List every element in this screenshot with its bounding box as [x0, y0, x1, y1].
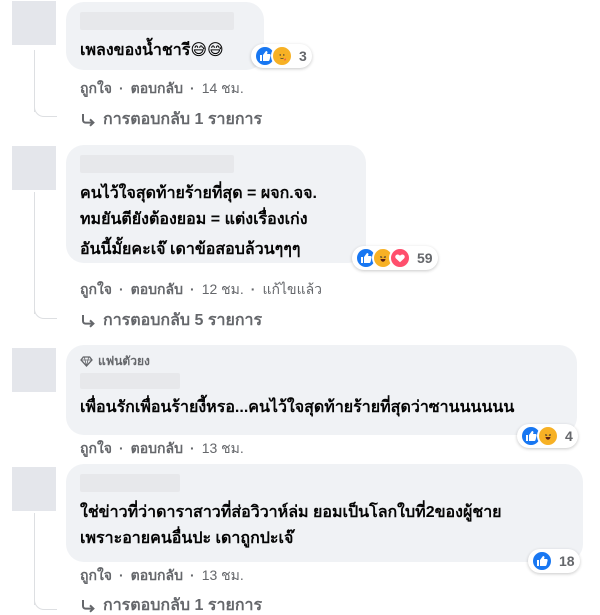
- timestamp[interactable]: 14 ชม.: [202, 79, 244, 97]
- view-replies-link[interactable]: การตอบกลับ 5 รายการ: [80, 311, 262, 331]
- reply-action[interactable]: ตอบกลับ: [131, 280, 183, 298]
- timestamp[interactable]: 13 ชม.: [202, 439, 244, 457]
- comment-text: เพลงของน้ำชารี😅😅: [80, 42, 224, 59]
- diamond-icon: [80, 355, 93, 367]
- avatar[interactable]: [12, 348, 56, 392]
- like-action[interactable]: ถูกใจ: [80, 79, 112, 97]
- reply-arrow-icon: [82, 315, 95, 328]
- reaction-summary[interactable]: 4: [517, 424, 578, 448]
- comment-bubble: ใช่ข่าวที่ว่าดาราสาวที่ส่อวิวาห์ล่ม ยอมเ…: [66, 464, 583, 562]
- timestamp[interactable]: 12 ชม.: [202, 280, 244, 298]
- separator-dot: ·: [250, 281, 256, 297]
- thread-connector-line: [34, 192, 35, 314]
- commenter-name[interactable]: [80, 155, 234, 173]
- fan-badge: แฟนตัวยง: [80, 353, 563, 369]
- commenter-name[interactable]: [80, 474, 180, 492]
- comment-bubble: คนไว้ใจสุดท้ายร้ายที่สุด = ผจก.จจ. ทมยัน…: [66, 145, 366, 263]
- fan-badge-label: แฟนตัวยง: [98, 354, 150, 368]
- haha-icon: [537, 425, 559, 447]
- reaction-count: 4: [565, 428, 573, 444]
- view-replies-link[interactable]: การตอบกลับ 1 รายการ: [80, 110, 262, 130]
- separator-dot: ·: [119, 80, 124, 96]
- commenter-name[interactable]: [80, 12, 234, 30]
- comment-text: เพื่อนรักเพื่อนร้ายงี้หรอ...คนไว้ใจสุดท้…: [80, 399, 515, 416]
- reaction-count: 18: [559, 553, 575, 569]
- like-action[interactable]: ถูกใจ: [80, 280, 112, 298]
- replies-label: การตอบกลับ 1 รายการ: [103, 597, 263, 614]
- separator-dot: ·: [190, 567, 195, 583]
- like-action[interactable]: ถูกใจ: [80, 566, 112, 584]
- separator-dot: ·: [119, 440, 124, 456]
- love-icon: [389, 247, 411, 269]
- view-replies-link[interactable]: การตอบกลับ 1 รายการ: [80, 596, 262, 615]
- comment-text: ใช่ข่าวที่ว่าดาราสาวที่ส่อวิวาห์ล่ม ยอมเ…: [80, 504, 502, 521]
- like-action[interactable]: ถูกใจ: [80, 439, 112, 457]
- reaction-summary[interactable]: 18: [528, 549, 580, 573]
- replies-label: การตอบกลับ 5 รายการ: [103, 312, 263, 329]
- comment-actions: ถูกใจ · ตอบกลับ · 13 ชม.: [80, 439, 244, 457]
- separator-dot: ·: [190, 281, 195, 297]
- comment-actions: ถูกใจ · ตอบกลับ · 12 ชม. · แก้ไขแล้ว: [80, 280, 322, 298]
- care-icon: [271, 45, 293, 67]
- separator-dot: ·: [190, 80, 195, 96]
- comment-bubble: แฟนตัวยง เพื่อนรักเพื่อนร้ายงี้หรอ...คนไ…: [66, 345, 577, 435]
- reaction-count: 59: [417, 250, 433, 266]
- comment-text: ทมยันตียังต้องยอม = แต่งเรื่องเก่ง: [80, 211, 308, 228]
- reply-action[interactable]: ตอบกลับ: [131, 439, 183, 457]
- comment-text: อันนี้มั้ยคะเจ๊ เดาข้อสอบล้วนๆๆๆ: [80, 241, 301, 258]
- reply-arrow-icon: [82, 114, 95, 127]
- avatar[interactable]: [12, 146, 56, 190]
- separator-dot: ·: [119, 281, 124, 297]
- reply-action[interactable]: ตอบกลับ: [131, 79, 183, 97]
- thread-connector-line: [34, 513, 35, 605]
- reaction-count: 3: [299, 48, 307, 64]
- comment-bubble: เพลงของน้ำชารี😅😅: [66, 2, 264, 70]
- thread-connector-line: [34, 50, 35, 112]
- reply-arrow-icon: [82, 600, 95, 613]
- avatar[interactable]: [12, 467, 56, 511]
- reaction-summary[interactable]: 59: [352, 246, 438, 270]
- reply-action[interactable]: ตอบกลับ: [131, 566, 183, 584]
- commenter-name[interactable]: [80, 373, 180, 389]
- comment-text: เพราะอายคนอื่นปะ เดาถูกปะเจ๊: [80, 530, 294, 547]
- reply-connector: [34, 306, 57, 319]
- comment-actions: ถูกใจ · ตอบกลับ · 13 ชม.: [80, 566, 244, 584]
- comment-text: คนไว้ใจสุดท้ายร้ายที่สุด = ผจก.จจ.: [80, 185, 317, 202]
- comment-thread: เพลงของน้ำชารี😅😅 3 ถูกใจ · ตอบกลับ · 14 …: [0, 0, 600, 615]
- edited-label[interactable]: แก้ไขแล้ว: [262, 280, 322, 298]
- avatar[interactable]: [12, 1, 56, 45]
- reply-connector: [34, 597, 57, 610]
- reaction-summary[interactable]: 3: [251, 44, 312, 68]
- timestamp[interactable]: 13 ชม.: [202, 566, 244, 584]
- reply-connector: [34, 104, 57, 117]
- separator-dot: ·: [190, 440, 195, 456]
- comment-actions: ถูกใจ · ตอบกลับ · 14 ชม.: [80, 79, 244, 97]
- replies-label: การตอบกลับ 1 รายการ: [103, 111, 263, 128]
- separator-dot: ·: [119, 567, 124, 583]
- like-icon: [531, 550, 553, 572]
